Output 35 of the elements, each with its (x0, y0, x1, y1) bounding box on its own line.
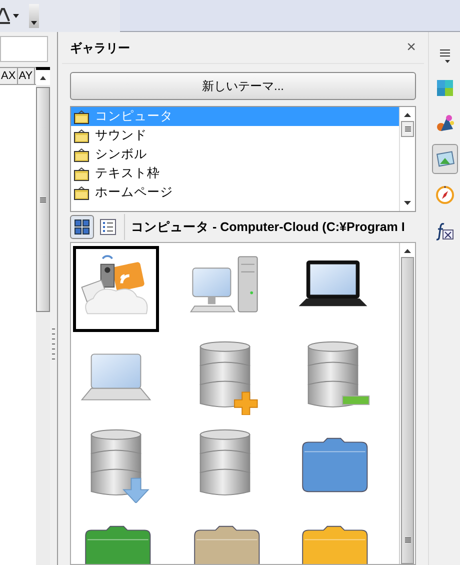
panel-title: ギャラリー (70, 40, 130, 56)
scrollbar-thumb[interactable] (401, 257, 414, 564)
new-theme-button[interactable]: 新しいテーマ... (70, 72, 416, 100)
scroll-up-icon[interactable] (404, 113, 411, 117)
function-icon (434, 221, 454, 241)
dropdown-arrow-icon (31, 20, 37, 24)
gallery-item[interactable] (73, 246, 159, 332)
theme-folder-icon (74, 128, 89, 142)
scroll-down-icon[interactable] (404, 201, 411, 205)
font-color-icon[interactable] (0, 8, 10, 24)
cell-reference-field[interactable] (0, 36, 48, 62)
scroll-up-button[interactable] (36, 67, 50, 85)
theme-list-item[interactable]: サウンド (71, 126, 399, 145)
theme-list-item[interactable]: テキスト枠 (71, 164, 399, 183)
scroll-up-icon[interactable] (404, 249, 411, 253)
scrollbar-thumb[interactable] (401, 121, 414, 137)
column-header[interactable]: AY (18, 68, 35, 84)
theme-folder-icon (74, 148, 89, 162)
theme-folder-icon (74, 186, 89, 200)
theme-folder-icon (74, 166, 89, 180)
theme-list-item[interactable]: ホームページ (71, 183, 399, 202)
scrollbar-thumb[interactable] (36, 87, 50, 312)
column-header[interactable]: AX (0, 68, 18, 84)
compass-icon (434, 185, 454, 205)
theme-folder-icon (74, 110, 89, 124)
icon-view-button[interactable] (70, 215, 94, 239)
dropdown-arrow-icon[interactable] (13, 14, 19, 18)
scroll-up-icon (40, 76, 46, 80)
cubes-icon (434, 77, 454, 97)
gallery-button[interactable] (432, 144, 458, 174)
toolbar-overflow-button[interactable] (29, 4, 39, 28)
theme-list-item[interactable]: シンボル (71, 145, 399, 164)
theme-path-label: コンピュータ - Computer-Cloud (C:¥Program I (131, 218, 405, 236)
close-button[interactable]: × (406, 40, 416, 56)
styles-icon (434, 113, 454, 133)
